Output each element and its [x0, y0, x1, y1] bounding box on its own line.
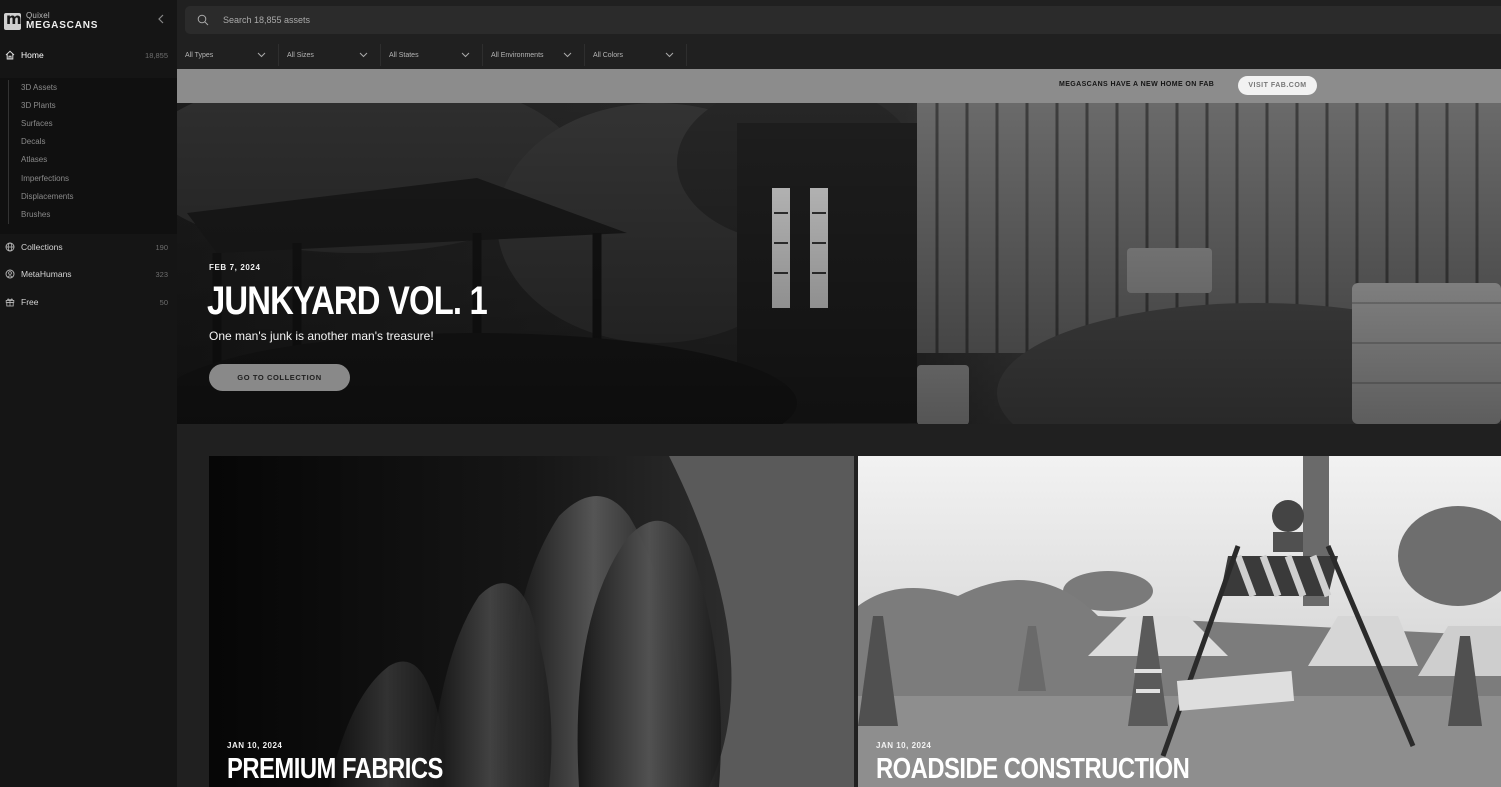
sidebar-item-collections[interactable]: Collections 190: [0, 236, 177, 258]
subnav-item-displacements[interactable]: Displacements: [21, 192, 73, 201]
filter-label: All Colors: [593, 51, 623, 59]
sidebar-item-label: Collections: [21, 242, 63, 252]
card-premium-fabrics[interactable]: JAN 10, 2024 PREMIUM FABRICS: [209, 456, 854, 787]
filter-types-dropdown[interactable]: All Types: [177, 44, 279, 66]
go-to-collection-button[interactable]: GO TO COLLECTION: [209, 364, 350, 391]
filter-states-dropdown[interactable]: All States: [381, 44, 483, 66]
chevron-left-icon: [158, 14, 164, 24]
search-icon: [197, 14, 209, 26]
sidebar-item-free[interactable]: Free 50: [0, 291, 177, 313]
card-title: PREMIUM FABRICS: [227, 753, 443, 785]
filter-label: All Sizes: [287, 51, 314, 59]
fab-announcement-banner: MEGASCANS HAVE A NEW HOME ON FAB VISIT F…: [177, 69, 1501, 103]
card-image-roadside: [858, 456, 1501, 787]
user-circle-icon: [5, 269, 15, 279]
sidebar-item-home[interactable]: Home 18,855: [0, 44, 177, 66]
hero-title: JUNKYARD VOL. 1: [207, 279, 488, 323]
search-input[interactable]: [223, 15, 823, 25]
subnav-item-3d-assets[interactable]: 3D Assets: [21, 83, 57, 92]
sidebar-item-metahumans[interactable]: MetaHumans 323: [0, 263, 177, 285]
card-image-fabrics: [209, 456, 854, 787]
sidebar-item-label: MetaHumans: [21, 269, 72, 279]
filter-sizes-dropdown[interactable]: All Sizes: [279, 44, 381, 66]
hero-date: FEB 7, 2024: [209, 263, 261, 272]
asset-type-subnav: 3D Assets 3D Plants Surfaces Decals Atla…: [0, 78, 177, 234]
chevron-down-icon: [461, 52, 470, 58]
sidebar-item-label: Free: [21, 297, 39, 307]
brand-name-large: MEGASCANS: [26, 19, 99, 31]
filter-colors-dropdown[interactable]: All Colors: [585, 44, 687, 66]
subnav-item-decals[interactable]: Decals: [21, 137, 45, 146]
subnav-item-surfaces[interactable]: Surfaces: [21, 119, 53, 128]
sidebar: Quixel MEGASCANS Home 18,855 3D Assets 3…: [0, 0, 177, 787]
sidebar-item-count: 190: [155, 242, 168, 252]
search-bar[interactable]: [185, 6, 1501, 34]
card-date: JAN 10, 2024: [227, 741, 283, 750]
globe-icon: [5, 242, 15, 252]
home-icon: [5, 50, 15, 60]
chevron-down-icon: [665, 52, 674, 58]
filter-label: All Environments: [491, 51, 544, 59]
visit-fab-button[interactable]: VISIT FAB.COM: [1238, 76, 1317, 95]
card-title: ROADSIDE CONSTRUCTION: [876, 753, 1190, 785]
megascans-logo-icon: [4, 10, 22, 30]
subnav-item-3d-plants[interactable]: 3D Plants: [21, 101, 56, 110]
sidebar-item-count: 18,855: [145, 50, 168, 60]
banner-text: MEGASCANS HAVE A NEW HOME ON FAB: [1059, 81, 1215, 88]
filter-label: All States: [389, 51, 419, 59]
chevron-down-icon: [257, 52, 266, 58]
card-date: JAN 10, 2024: [876, 741, 932, 750]
subnav-divider: [8, 80, 9, 224]
brand-name-small: Quixel: [26, 10, 50, 20]
subnav-item-atlases[interactable]: Atlases: [21, 155, 47, 164]
chevron-down-icon: [359, 52, 368, 58]
card-roadside-construction[interactable]: JAN 10, 2024 ROADSIDE CONSTRUCTION: [858, 456, 1501, 787]
hero-subtitle: One man's junk is another man's treasure…: [209, 329, 434, 343]
sidebar-item-count: 323: [155, 269, 168, 279]
gift-icon: [5, 298, 15, 307]
chevron-down-icon: [563, 52, 572, 58]
top-bar: All Types All Sizes All States All Envir…: [177, 0, 1501, 69]
megascans-logo[interactable]: Quixel MEGASCANS: [4, 9, 98, 33]
brand-text: Quixel MEGASCANS: [26, 10, 99, 31]
filter-environments-dropdown[interactable]: All Environments: [483, 44, 585, 66]
collapse-sidebar-button[interactable]: [154, 12, 168, 28]
filter-bar: All Types All Sizes All States All Envir…: [177, 44, 687, 66]
subnav-item-imperfections[interactable]: Imperfections: [21, 174, 69, 183]
subnav-item-brushes[interactable]: Brushes: [21, 210, 50, 219]
sidebar-item-label: Home: [21, 50, 44, 60]
sidebar-item-count: 50: [159, 297, 168, 307]
filter-label: All Types: [185, 51, 214, 59]
hero-junkyard[interactable]: FEB 7, 2024 JUNKYARD VOL. 1 One man's ju…: [177, 103, 1501, 424]
hero-image: [177, 103, 1501, 424]
